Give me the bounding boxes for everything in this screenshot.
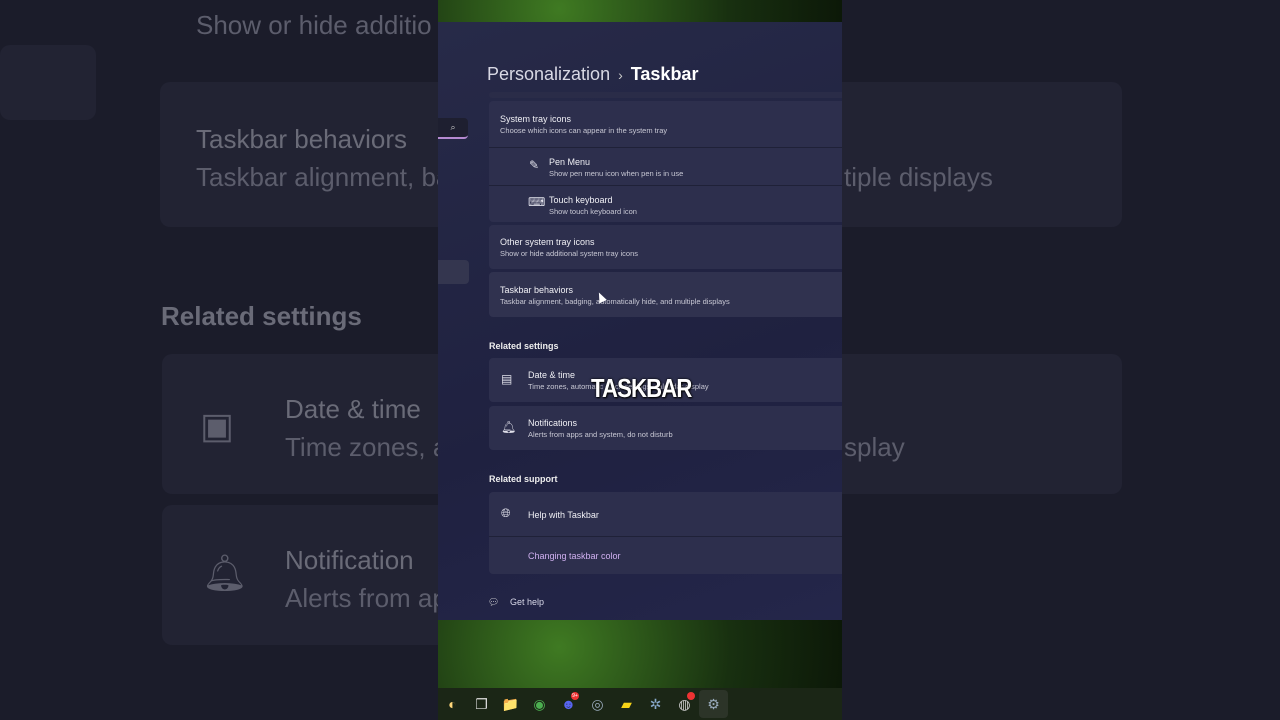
system-tray-group: System tray icons Choose which icons can…: [489, 101, 842, 222]
get-help-label: Get help: [509, 597, 544, 607]
row-title: Other system tray icons: [500, 237, 595, 247]
pen-icon: ✎: [529, 158, 540, 172]
row-subtitle: Alerts from apps and system, do not dist…: [528, 430, 673, 439]
system-tray-icons-row[interactable]: System tray icons Choose which icons can…: [489, 101, 842, 147]
file-explorer-icon: 📁: [501, 695, 520, 712]
taskbar-davinci-resolve[interactable]: ✲: [641, 690, 670, 718]
taskbar-chrome[interactable]: ◉: [525, 690, 554, 718]
taskbar-settings[interactable]: ⚙: [699, 690, 728, 718]
related-support-heading: Related support: [489, 474, 558, 484]
row-title: Pen Menu: [549, 157, 591, 167]
bg-calendar-icon: ▣: [200, 405, 235, 446]
row-title: Touch keyboard: [549, 195, 613, 205]
bg-text: Alerts from ap: [285, 583, 438, 613]
video-caption: TASKBAR: [591, 373, 692, 403]
row-subtitle: Taskbar alignment, badging, automaticall…: [500, 297, 730, 306]
card-partial: [489, 92, 842, 98]
changing-taskbar-color-link[interactable]: Changing taskbar color: [528, 551, 621, 561]
row-title: Taskbar behaviors: [500, 285, 574, 295]
bg-text: Notification: [285, 545, 414, 575]
bg-card: [842, 82, 1122, 227]
settings-icon: ⚙: [707, 695, 720, 712]
row-subtitle: Show pen menu icon when pen is in use: [549, 169, 684, 178]
help-with-taskbar-row[interactable]: 🌐︎ Help with Taskbar: [489, 492, 842, 536]
bg-text: Related settings: [161, 301, 362, 331]
windows-taskbar: ◐ ❐ 📁 ◉ ☻ 9+ ◎ ▰ ✲ ◍ ⚙: [438, 688, 842, 720]
taskbar-behaviors-row[interactable]: Taskbar behaviors Taskbar alignment, bad…: [489, 272, 842, 317]
taskbar-steam[interactable]: ◎: [583, 690, 612, 718]
notifications-row[interactable]: 🔔︎ Notifications Alerts from apps and sy…: [489, 406, 842, 450]
related-settings-heading: Related settings: [489, 341, 559, 351]
bg-text: Show or hide additio: [196, 10, 432, 40]
bg-text: Date & time: [285, 394, 421, 424]
row-title: System tray icons: [500, 114, 572, 124]
row-title: Notifications: [528, 418, 578, 428]
bg-text: tiple displays: [844, 162, 993, 192]
row-subtitle: Choose which icons can appear in the sys…: [500, 126, 668, 135]
get-help-link[interactable]: 💬︎ Get help: [488, 597, 544, 608]
globe-icon: 🌐︎: [501, 506, 511, 520]
notification-badge: 9+: [571, 692, 579, 700]
taskbar-discord[interactable]: ☻ 9+: [554, 690, 583, 718]
divider: [489, 536, 842, 537]
help-chat-icon: 💬︎: [488, 597, 500, 607]
row-subtitle: Show or hide additional system tray icon…: [500, 249, 638, 258]
bg-text: splay: [844, 432, 905, 462]
other-system-tray-icons-row[interactable]: Other system tray icons Show or hide add…: [489, 225, 842, 269]
chevron-right-icon: ›: [618, 67, 623, 83]
touch-keyboard-row[interactable]: ⌨ Touch keyboard Show touch keyboard ico…: [489, 186, 842, 222]
taskbar-widgets[interactable]: ◐: [438, 690, 467, 718]
taskbar-task-view[interactable]: ❐: [467, 690, 496, 718]
bell-icon: 🔔︎: [501, 420, 517, 434]
breadcrumb: Personalization › Taskbar: [487, 64, 698, 85]
bg-text: Time zones, a: [285, 432, 438, 462]
sidebar-item-selected[interactable]: [438, 260, 469, 284]
video-frame: Personalization › Taskbar ⌕ System tray ic…: [438, 0, 842, 720]
calendar-clock-icon: ▤: [501, 372, 513, 386]
davinci-resolve-icon: ✲: [649, 695, 662, 712]
bg-card: [0, 45, 96, 120]
settings-window: Personalization › Taskbar ⌕ System tray ic…: [438, 22, 842, 620]
related-support-group: 🌐︎ Help with Taskbar Changing taskbar co…: [489, 492, 842, 574]
notification-badge: [687, 692, 695, 700]
desktop-wallpaper: [438, 620, 842, 688]
widgets-icon: ◐: [448, 696, 457, 712]
bg-card: [842, 354, 1122, 494]
taskbar-sticky-notes[interactable]: ▰: [612, 690, 641, 718]
task-view-icon: ❐: [475, 695, 488, 712]
desktop-wallpaper: [438, 0, 842, 22]
taskbar-obs[interactable]: ◍: [670, 690, 699, 718]
chrome-icon: ◉: [533, 695, 546, 712]
page-title: Taskbar: [630, 64, 699, 84]
search-input[interactable]: ⌕: [438, 118, 468, 139]
pen-menu-row[interactable]: ✎ Pen Menu Show pen menu icon when pen i…: [489, 148, 842, 185]
bg-text: Taskbar behaviors: [196, 124, 407, 154]
bg-bell-icon: 🔔︎: [202, 552, 248, 593]
blurred-background-right: tiple displays splay: [842, 0, 1280, 720]
breadcrumb-personalization[interactable]: Personalization: [487, 64, 610, 84]
keyboard-icon: ⌨: [528, 195, 546, 209]
search-icon: ⌕: [450, 122, 456, 132]
taskbar-file-explorer[interactable]: 📁: [496, 690, 525, 718]
steam-icon: ◎: [591, 695, 604, 712]
bg-text: Taskbar alignment, ba: [196, 162, 438, 192]
row-title: Help with Taskbar: [528, 510, 599, 520]
sticky-notes-icon: ▰: [621, 695, 632, 712]
blurred-background-left: Show or hide additio Taskbar behaviors T…: [0, 0, 438, 720]
row-subtitle: Show touch keyboard icon: [549, 207, 637, 216]
